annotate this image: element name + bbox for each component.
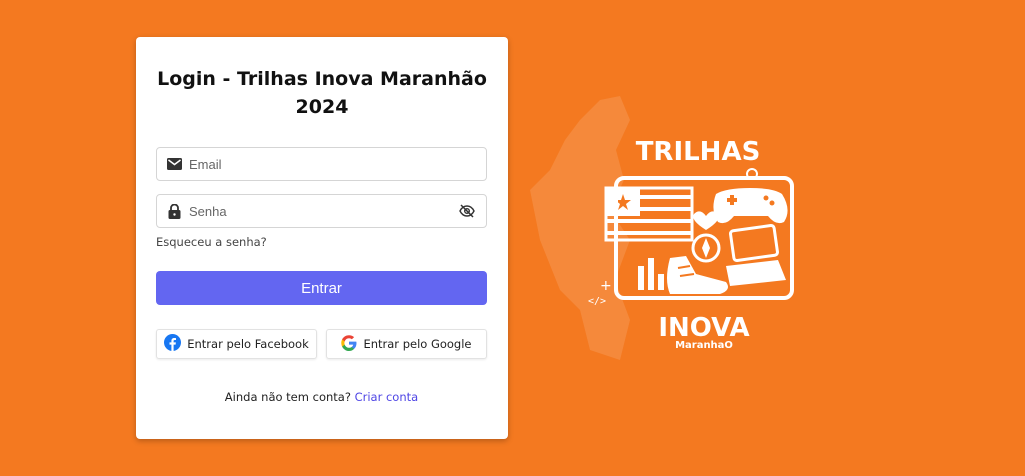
sneaker-icon	[667, 256, 728, 294]
bar-chart-icon	[638, 258, 664, 290]
brand-top-text: TRILHAS	[636, 137, 761, 167]
login-card: Login - Trilhas Inova Maranhão 2024 Esqu…	[136, 37, 508, 439]
compass-icon	[691, 233, 721, 263]
facebook-login-button[interactable]: Entrar pelo Facebook	[156, 329, 317, 359]
google-icon	[341, 334, 357, 354]
laptop-icon	[726, 223, 786, 286]
signup-row: Ainda não tem conta? Criar conta	[156, 390, 487, 404]
lock-icon	[166, 203, 182, 219]
facebook-login-label: Entrar pelo Facebook	[187, 337, 309, 351]
plus-icon: +	[600, 278, 612, 294]
page-title: Login - Trilhas Inova Maranhão 2024	[157, 68, 487, 118]
heart-icon	[693, 211, 719, 230]
code-icon: </>	[588, 296, 606, 307]
brand-sub-text: MaranhaO	[675, 340, 733, 351]
google-login-label: Entrar pelo Google	[363, 337, 472, 351]
email-input[interactable]	[189, 148, 486, 180]
signup-prompt: Ainda não tem conta?	[224, 390, 351, 404]
maranhao-flag-icon	[604, 186, 694, 242]
envelope-icon	[166, 156, 182, 172]
login-submit-button[interactable]: Entrar	[156, 271, 487, 305]
password-field[interactable]	[156, 194, 487, 228]
game-controller-icon	[713, 188, 788, 224]
google-login-button[interactable]: Entrar pelo Google	[326, 329, 487, 359]
facebook-icon	[164, 334, 182, 354]
forgot-password-link[interactable]: Esqueceu a senha?	[156, 235, 267, 249]
trilhas-inova-logo: TRILHAS </> + INOVA MaranhaO	[520, 90, 830, 370]
brand-bottom-text: INOVA	[658, 313, 749, 343]
password-input[interactable]	[189, 195, 458, 227]
eye-off-icon[interactable]	[458, 202, 476, 220]
email-field[interactable]	[156, 147, 487, 181]
signup-link[interactable]: Criar conta	[355, 390, 419, 404]
